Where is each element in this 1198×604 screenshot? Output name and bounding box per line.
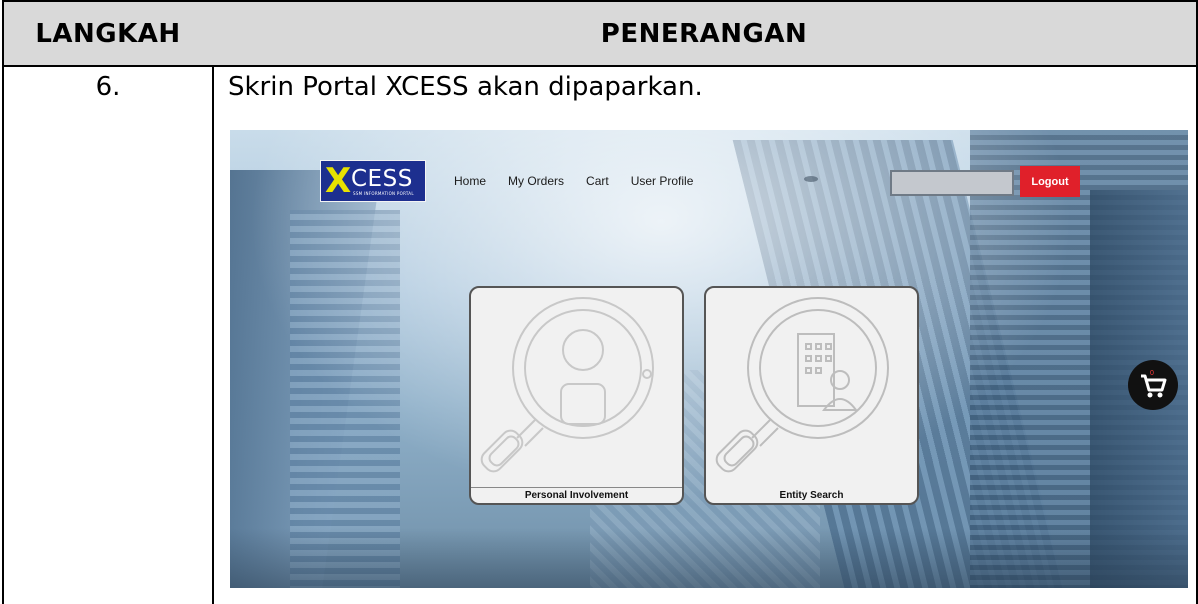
step-description: Skrin Portal XCESS akan dipaparkan. xyxy=(228,72,703,102)
logo-mark: X xyxy=(325,161,352,201)
step-number: 6. xyxy=(95,72,121,102)
logout-button[interactable]: Logout xyxy=(1020,166,1080,197)
personal-involvement-card[interactable]: Personal Involvement xyxy=(469,286,684,505)
cart-count: 0 xyxy=(1150,370,1154,377)
step-cell xyxy=(2,65,214,604)
header-penerangan: PENERANGAN xyxy=(212,0,1198,67)
user-name-box xyxy=(890,170,1014,196)
cart-icon xyxy=(1141,374,1167,398)
nav-user-profile[interactable]: User Profile xyxy=(631,174,694,188)
floating-cart-button[interactable]: 0 xyxy=(1128,360,1178,410)
bird-silhouette xyxy=(804,176,818,182)
entity-search-card[interactable]: Entity Search xyxy=(704,286,919,505)
person-search-icon xyxy=(480,297,654,473)
portal-screenshot: X CESS SSM INFORMATION PORTAL Home My Or… xyxy=(230,130,1188,588)
header-penerangan-label: PENERANGAN xyxy=(600,18,808,49)
header-langkah-label: LANGKAH xyxy=(35,18,181,49)
building-search-icon xyxy=(715,297,889,473)
nav-home[interactable]: Home xyxy=(454,174,486,188)
nav-my-orders[interactable]: My Orders xyxy=(508,174,564,188)
logo-text: CESS xyxy=(351,166,413,192)
header-langkah: LANGKAH xyxy=(2,0,214,67)
nav-cart[interactable]: Cart xyxy=(586,174,609,188)
top-nav: Home My Orders Cart User Profile xyxy=(454,174,693,188)
xcess-logo[interactable]: X CESS SSM INFORMATION PORTAL xyxy=(320,160,426,202)
entity-search-label: Entity Search xyxy=(779,490,844,501)
personal-involvement-label: Personal Involvement xyxy=(471,487,682,501)
logo-subtitle: SSM INFORMATION PORTAL xyxy=(353,191,414,196)
background-floor xyxy=(230,528,1188,588)
